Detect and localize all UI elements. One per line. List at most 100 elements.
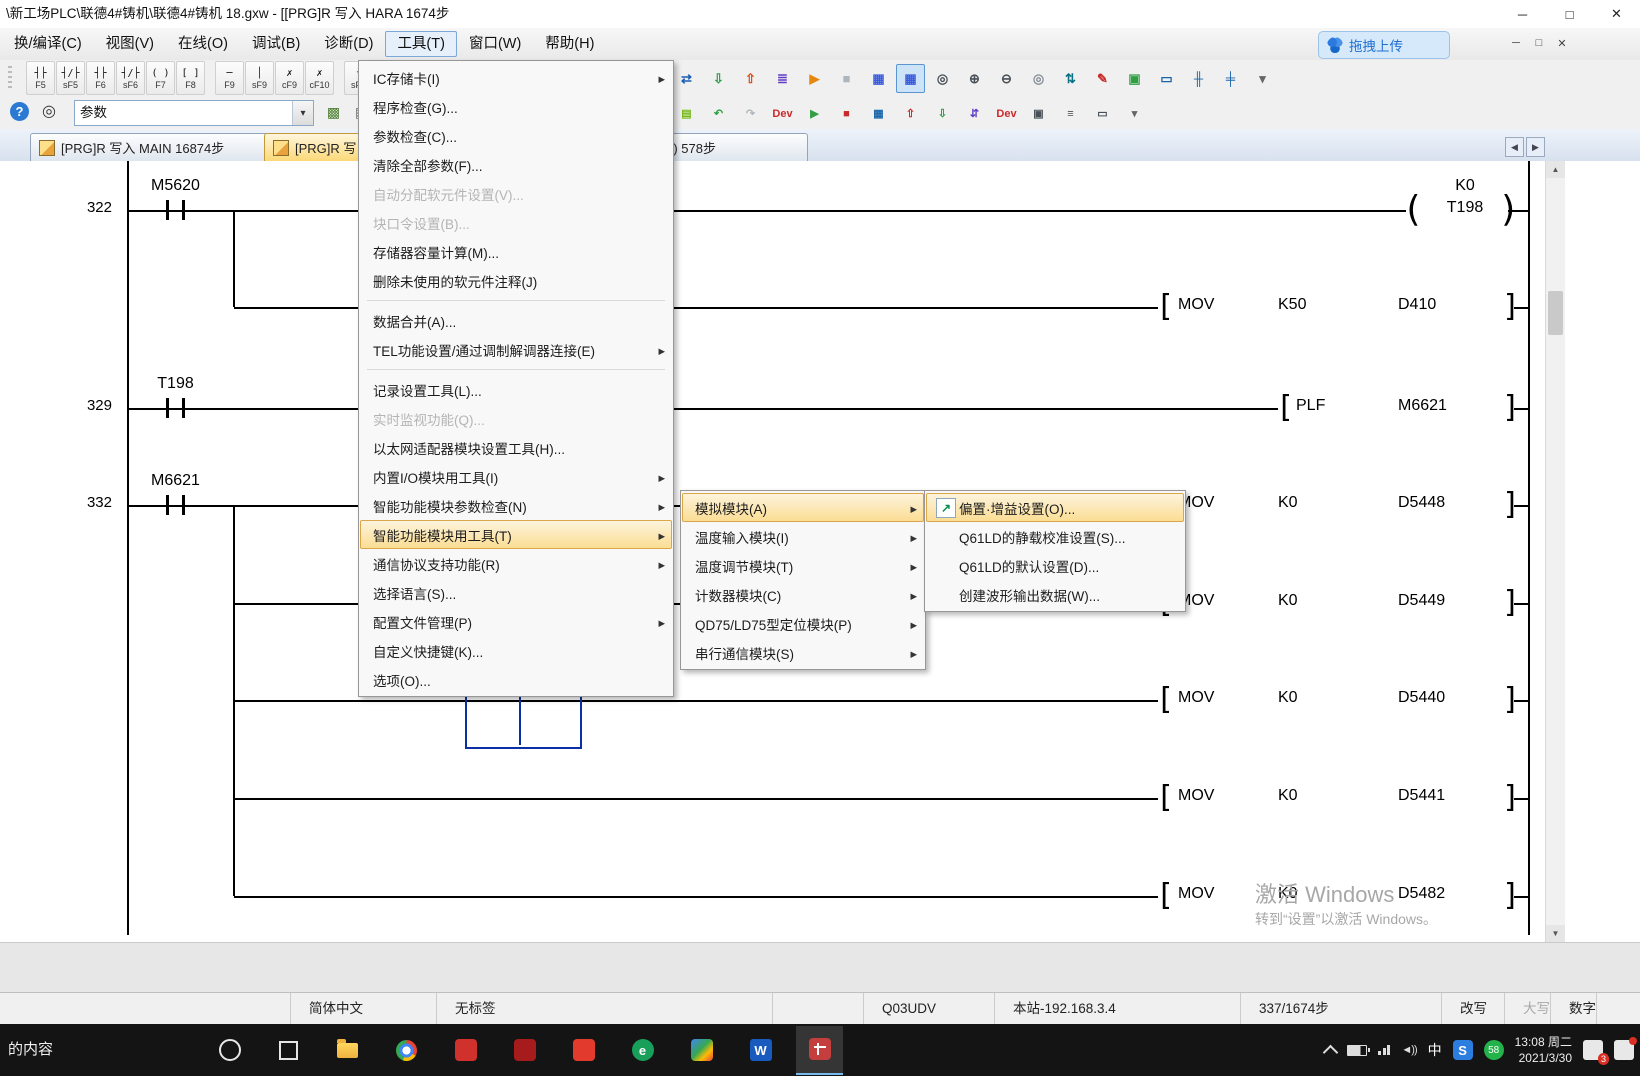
toolbar-icon[interactable]: ■ xyxy=(832,99,861,128)
menu-bar-item[interactable]: 在线(O) xyxy=(166,31,240,57)
toolbar-icon[interactable]: ■ xyxy=(832,64,861,93)
pc-health-score-icon[interactable]: 58 xyxy=(1484,1040,1504,1060)
toolbar-icon[interactable]: ▶ xyxy=(800,64,829,93)
tray-app-icon[interactable]: 3 xyxy=(1583,1040,1603,1060)
minimize-button[interactable]: ─ xyxy=(1499,0,1546,28)
toolbar-icon[interactable]: ⇵ xyxy=(960,99,989,128)
menu-item[interactable]: 选项(O)... xyxy=(360,665,672,694)
menu-bar-item[interactable]: 工具(T) xyxy=(385,31,457,57)
find-icon[interactable]: ◎ xyxy=(42,101,56,121)
sogou-input-icon[interactable]: S xyxy=(1453,1040,1473,1060)
media-app-icon[interactable] xyxy=(678,1027,725,1074)
menu-item[interactable]: 内置I/O模块用工具(I) xyxy=(360,462,672,491)
menu-bar-item[interactable]: 帮助(H) xyxy=(533,31,606,57)
menu-item[interactable]: 串行通信模块(S) xyxy=(682,638,924,667)
maximize-button[interactable]: □ xyxy=(1546,0,1593,28)
toolbar-icon[interactable]: Dev xyxy=(768,99,797,128)
close-button[interactable]: ✕ xyxy=(1593,0,1640,28)
ladder-symbol-button[interactable]: ┤├ F5 xyxy=(26,61,55,95)
browser-e-icon[interactable]: e xyxy=(619,1027,666,1074)
gx-works-active-icon[interactable] xyxy=(796,1026,843,1075)
menu-item[interactable]: 创建波形输出数据(W)... xyxy=(926,580,1184,609)
menu-item[interactable]: 通信协议支持功能(R) xyxy=(360,549,672,578)
instruction-op[interactable]: MOV xyxy=(1178,885,1214,903)
toolbar-icon[interactable]: ▣ xyxy=(1024,99,1053,128)
menu-item[interactable]: 记录设置工具(L)... xyxy=(360,375,672,404)
toolbar-icon[interactable]: ↷ xyxy=(736,99,765,128)
toolbar-icon[interactable]: ▭ xyxy=(1152,64,1181,93)
volume-icon[interactable]: ◄)) xyxy=(1401,1044,1416,1056)
toolbar-icon[interactable]: ⇅ xyxy=(1056,64,1085,93)
drag-upload-button[interactable]: 拖拽上传 xyxy=(1318,31,1450,59)
toolbar-icon[interactable]: ◎ xyxy=(1024,64,1053,93)
mdi-restore-button[interactable]: □ xyxy=(1531,34,1547,52)
help-icon[interactable]: ? xyxy=(10,102,29,121)
menu-item[interactable]: 删除未使用的软元件注释(J) xyxy=(360,266,672,295)
toolbar-icon[interactable]: ≡ xyxy=(1056,99,1085,128)
mdi-minimize-button[interactable]: ─ xyxy=(1508,34,1524,52)
vertical-scrollbar[interactable]: ▲ ▼ xyxy=(1545,161,1565,942)
menu-item[interactable]: Q61LD的静载校准设置(S)... xyxy=(926,522,1184,551)
menu-bar-item[interactable]: 调试(B) xyxy=(240,31,312,57)
menu-item[interactable]: 以太网适配器模块设置工具(H)... xyxy=(360,433,672,462)
ladder-symbol-button[interactable]: ✗ cF9 xyxy=(275,61,304,95)
menu-item[interactable]: 选择语言(S)... xyxy=(360,578,672,607)
toolbar-icon[interactable]: ≣ xyxy=(768,64,797,93)
paste-symbol-icon[interactable]: ▩ xyxy=(320,99,347,126)
menu-item[interactable]: Q61LD的默认设置(D)... xyxy=(926,551,1184,580)
menu-item[interactable]: 程序检查(G)... xyxy=(360,92,672,121)
toolbar-icon[interactable]: ▾ xyxy=(1248,64,1277,93)
notification-center-icon[interactable] xyxy=(1614,1040,1634,1060)
battery-icon[interactable] xyxy=(1347,1045,1367,1056)
taskbar-clock[interactable]: 13:08 周二 2021/3/30 xyxy=(1515,1034,1572,1066)
ime-indicator[interactable]: 中 xyxy=(1428,1040,1442,1060)
menu-item[interactable]: 块口令设置(B)... xyxy=(360,208,672,237)
menu-item[interactable]: 温度调节模块(T) xyxy=(682,551,924,580)
contact-M5620[interactable] xyxy=(166,200,185,220)
scrollbar-thumb[interactable] xyxy=(1548,291,1563,335)
data-select-combobox[interactable]: 参数 ▾ xyxy=(74,100,314,126)
toolbar-icon[interactable]: ⊕ xyxy=(960,64,989,93)
toolbar-icon[interactable]: ▤ xyxy=(672,99,701,128)
ladder-symbol-button[interactable]: ─ F9 xyxy=(215,61,244,95)
menu-item[interactable]: 存储器容量计算(M)... xyxy=(360,237,672,266)
menu-item[interactable]: 自动分配软元件设置(V)... xyxy=(360,179,672,208)
menu-bar-item[interactable]: 诊断(D) xyxy=(312,31,385,57)
ladder-symbol-button[interactable]: [ ] F8 xyxy=(176,61,205,95)
menu-item[interactable]: QD75/LD75型定位模块(P) xyxy=(682,609,924,638)
toolbar-icon[interactable]: ⇩ xyxy=(704,64,733,93)
chrome-icon[interactable] xyxy=(383,1027,430,1074)
scroll-up-icon[interactable]: ▲ xyxy=(1546,161,1565,178)
toolbar-icon[interactable]: ⇄ xyxy=(672,64,701,93)
taskbar-search-text[interactable]: 的内容 xyxy=(8,1024,53,1076)
tray-expand-icon[interactable] xyxy=(1323,1044,1339,1060)
word-icon[interactable]: W xyxy=(737,1027,784,1074)
toolbar-icon[interactable]: ✎ xyxy=(1088,64,1117,93)
toolbar-icon[interactable]: ▦ xyxy=(896,64,925,93)
menu-bar-item[interactable]: 窗口(W) xyxy=(457,31,533,57)
menu-item[interactable]: 模拟模块(A) xyxy=(682,493,924,522)
menu-item[interactable]: 偏置·增益设置(O)... xyxy=(926,493,1184,522)
app-icon-red-2[interactable] xyxy=(501,1027,548,1074)
menu-item[interactable]: 智能功能模块用工具(T) xyxy=(360,520,672,549)
ladder-symbol-button[interactable]: ( ) F7 xyxy=(146,61,175,95)
network-icon[interactable] xyxy=(1378,1045,1390,1055)
instruction-op[interactable]: MOV xyxy=(1178,296,1214,314)
menu-item[interactable]: 配置文件管理(P) xyxy=(360,607,672,636)
ladder-symbol-button[interactable]: ┤/├ sF5 xyxy=(56,61,85,95)
ladder-symbol-button[interactable]: │ sF9 xyxy=(245,61,274,95)
ladder-symbol-button[interactable]: ┤├ F6 xyxy=(86,61,115,95)
menu-item[interactable]: 清除全部参数(F)... xyxy=(360,150,672,179)
toolbar-icon[interactable]: ▦ xyxy=(864,99,893,128)
menu-bar-item[interactable]: 换/编译(C) xyxy=(2,31,94,57)
toolbar-icon[interactable]: ⊖ xyxy=(992,64,1021,93)
tab-scroll-right-icon[interactable]: ▶ xyxy=(1526,137,1545,157)
toolbar-icon[interactable]: ↶ xyxy=(704,99,733,128)
tab-scroll-left-icon[interactable]: ◀ xyxy=(1505,137,1524,157)
toolbar-icon[interactable]: ▾ xyxy=(1120,99,1149,128)
ladder-symbol-button[interactable]: ✗ cF10 xyxy=(305,61,334,95)
cortana-icon[interactable] xyxy=(206,1027,253,1074)
menu-item[interactable] xyxy=(360,295,672,306)
document-tab[interactable]: [PRG]R 写入 MAIN 16874步 xyxy=(30,133,278,161)
menu-item[interactable]: 自定义快捷键(K)... xyxy=(360,636,672,665)
